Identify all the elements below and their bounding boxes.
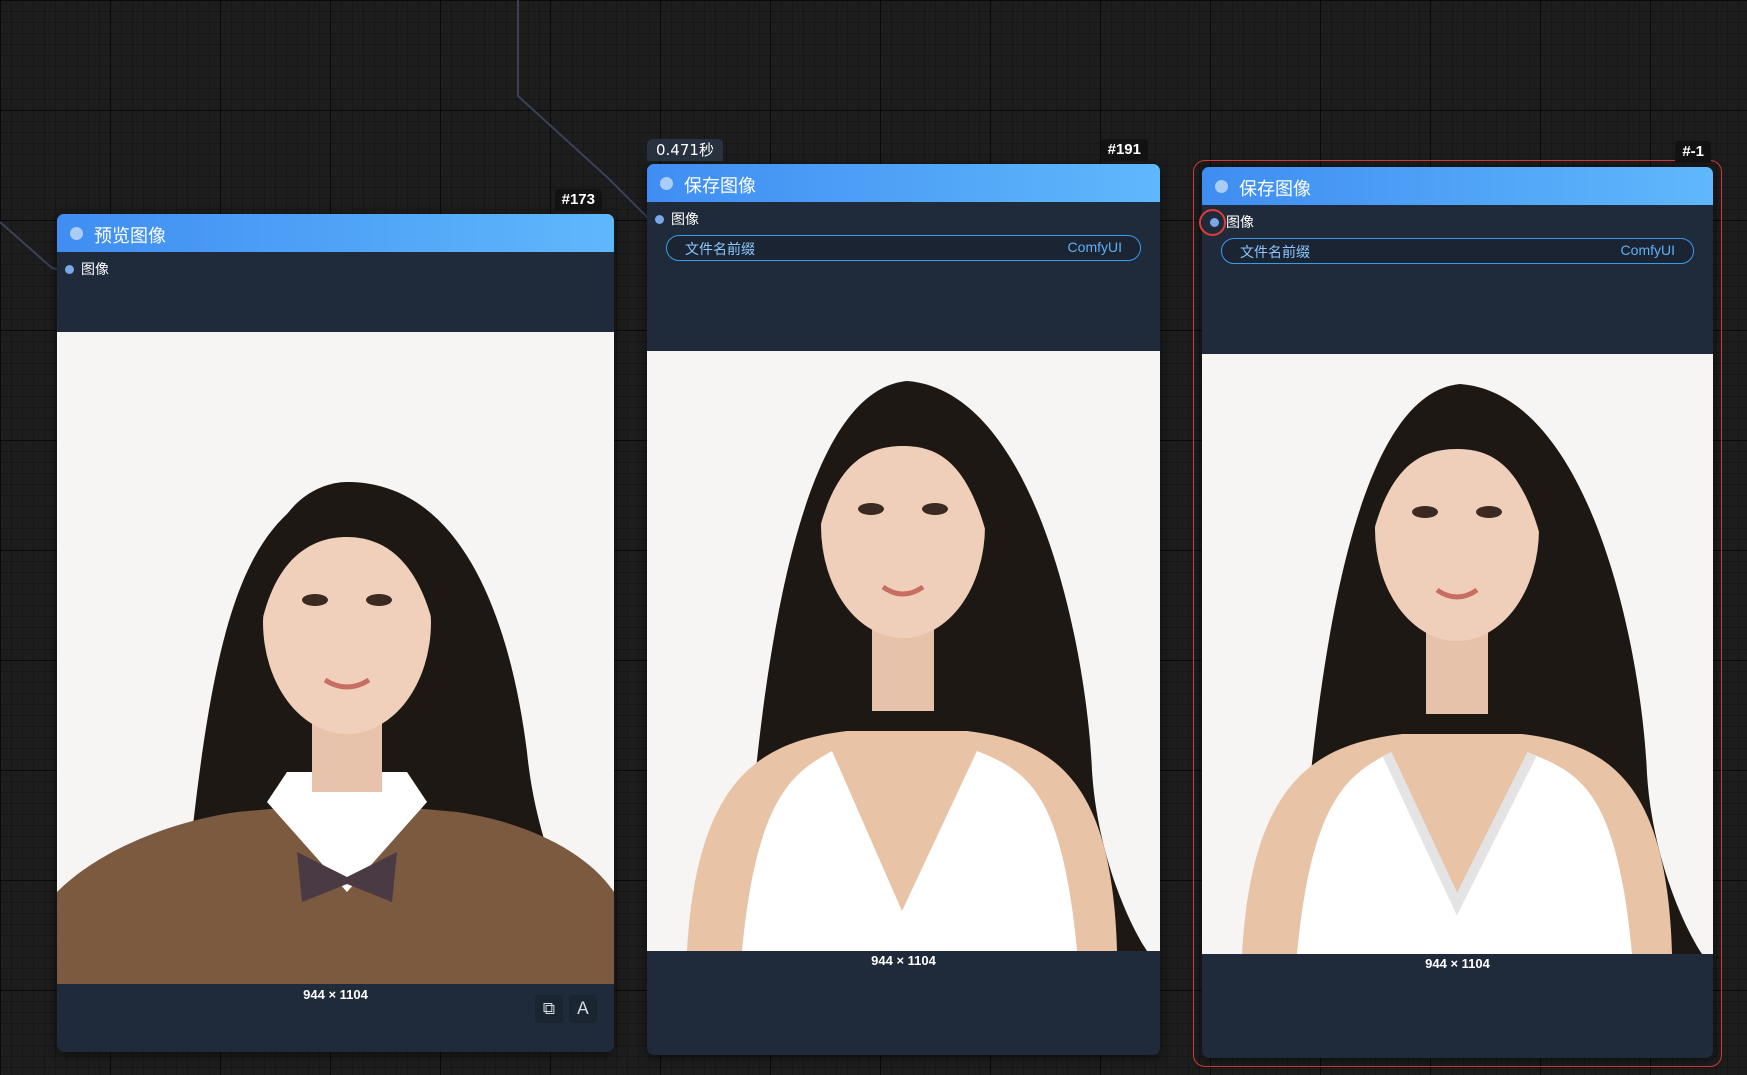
- widget-value: ComfyUI: [1067, 239, 1122, 255]
- node-id-badge: #191: [1100, 139, 1148, 161]
- link-wire-top: [517, 0, 651, 221]
- slot-label: 图像: [1226, 215, 1254, 231]
- node-id-badge: #-1: [1675, 141, 1711, 163]
- slot-connector-icon[interactable]: [65, 265, 74, 274]
- slot-label: 图像: [81, 262, 109, 278]
- collapse-dot-icon[interactable]: [660, 177, 673, 190]
- filename-prefix-widget[interactable]: 文件名前缀 ComfyUI: [666, 235, 1141, 261]
- slot-connector-icon[interactable]: [655, 215, 664, 224]
- node-id-badge: #173: [554, 189, 602, 211]
- widget-value: ComfyUI: [1620, 242, 1675, 258]
- portrait-image: [57, 332, 614, 984]
- save-image-node[interactable]: 0.471秒 #191 保存图像 图像 文件名前缀 ComfyUI 944 × …: [647, 139, 1160, 1055]
- preview-image-node[interactable]: #173 预览图像 图像 944 × 1104 ⧉ Ａ: [57, 189, 614, 1052]
- collapse-dot-icon[interactable]: [1215, 180, 1228, 193]
- portrait-image: [1202, 354, 1713, 954]
- link-wire-left: [0, 221, 61, 271]
- slot-label: 图像: [671, 212, 699, 228]
- image-dimensions: 944 × 1104: [303, 987, 368, 1002]
- image-dimensions: 944 × 1104: [871, 953, 936, 968]
- portrait-image: [647, 351, 1160, 951]
- widget-label: 文件名前缀: [685, 242, 755, 258]
- widget-label: 文件名前缀: [1240, 245, 1310, 261]
- saved-image[interactable]: [1202, 354, 1713, 954]
- execution-time-badge: 0.471秒: [647, 139, 723, 161]
- node-header[interactable]: 保存图像: [647, 164, 1160, 202]
- image-text-icon[interactable]: Ａ: [569, 995, 597, 1023]
- filename-prefix-widget[interactable]: 文件名前缀 ComfyUI: [1221, 238, 1694, 264]
- save-image-node-selected[interactable]: #-1 保存图像 图像 文件名前缀 ComfyUI 944 × 1104: [1202, 141, 1713, 1058]
- image-dimensions: 944 × 1104: [1425, 956, 1490, 971]
- node-header[interactable]: 保存图像: [1202, 167, 1713, 205]
- image-mask-icon[interactable]: ⧉: [535, 995, 563, 1023]
- preview-image[interactable]: [57, 332, 614, 984]
- node-title: 预览图像: [94, 226, 166, 247]
- saved-image[interactable]: [647, 351, 1160, 951]
- node-header[interactable]: 预览图像: [57, 214, 614, 252]
- collapse-dot-icon[interactable]: [70, 227, 83, 240]
- slot-connector-icon[interactable]: [1210, 218, 1219, 227]
- node-title: 保存图像: [684, 176, 756, 197]
- node-title: 保存图像: [1239, 179, 1311, 200]
